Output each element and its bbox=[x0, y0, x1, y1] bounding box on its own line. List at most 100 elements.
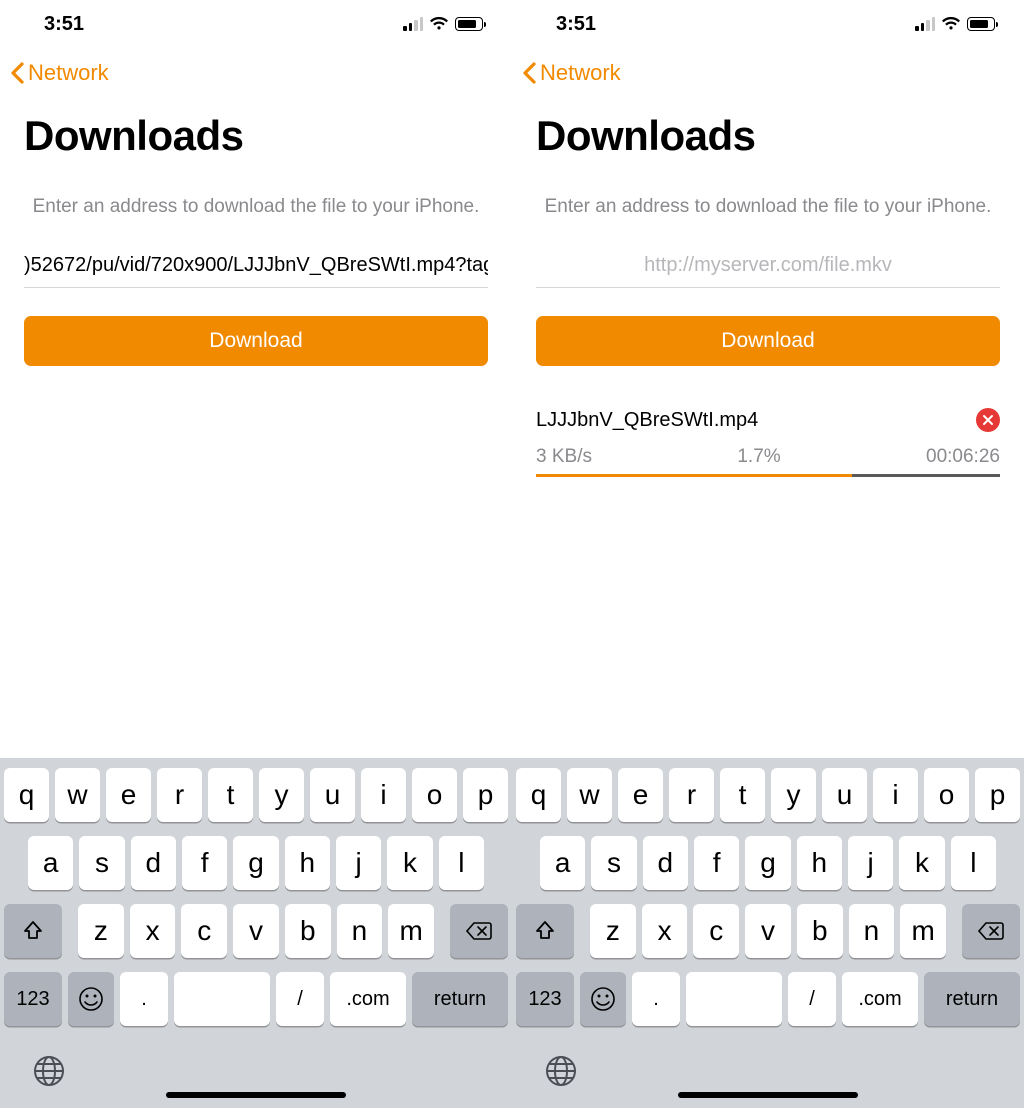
chevron-left-icon bbox=[522, 61, 538, 85]
key-x[interactable]: x bbox=[130, 904, 176, 958]
key-b[interactable]: b bbox=[285, 904, 331, 958]
status-time: 3:51 bbox=[556, 13, 596, 36]
page-title: Downloads bbox=[24, 112, 488, 160]
key-k[interactable]: k bbox=[387, 836, 432, 890]
key-m[interactable]: m bbox=[900, 904, 946, 958]
download-button[interactable]: Download bbox=[536, 316, 1000, 366]
key-n[interactable]: n bbox=[337, 904, 383, 958]
key-d[interactable]: d bbox=[131, 836, 176, 890]
shift-key[interactable] bbox=[516, 904, 574, 958]
url-input[interactable] bbox=[24, 248, 488, 288]
key-w[interactable]: w bbox=[567, 768, 612, 822]
globe-icon[interactable] bbox=[544, 1054, 578, 1093]
shift-icon bbox=[22, 920, 44, 942]
keyboard[interactable]: qwertyuiopasdfghjklzxcvbnm123./.comretur… bbox=[0, 758, 1024, 1108]
key-v[interactable]: v bbox=[233, 904, 279, 958]
key-s[interactable]: s bbox=[79, 836, 124, 890]
emoji-key[interactable] bbox=[580, 972, 626, 1026]
key-s[interactable]: s bbox=[591, 836, 636, 890]
emoji-icon bbox=[78, 986, 104, 1012]
url-input[interactable] bbox=[536, 248, 1000, 288]
period-key[interactable]: . bbox=[120, 972, 168, 1026]
back-label: Network bbox=[540, 60, 621, 86]
key-o[interactable]: o bbox=[924, 768, 969, 822]
slash-key[interactable]: / bbox=[788, 972, 836, 1026]
period-key[interactable]: . bbox=[632, 972, 680, 1026]
chevron-left-icon bbox=[10, 61, 26, 85]
key-u[interactable]: u bbox=[310, 768, 355, 822]
download-button[interactable]: Download bbox=[24, 316, 488, 366]
key-e[interactable]: e bbox=[106, 768, 151, 822]
key-i[interactable]: i bbox=[873, 768, 918, 822]
key-x[interactable]: x bbox=[642, 904, 688, 958]
key-j[interactable]: j bbox=[848, 836, 893, 890]
key-d[interactable]: d bbox=[643, 836, 688, 890]
key-y[interactable]: y bbox=[259, 768, 304, 822]
home-indicator[interactable] bbox=[166, 1092, 346, 1098]
key-p[interactable]: p bbox=[975, 768, 1020, 822]
key-h[interactable]: h bbox=[797, 836, 842, 890]
key-b[interactable]: b bbox=[797, 904, 843, 958]
key-e[interactable]: e bbox=[618, 768, 663, 822]
status-bar: 3:51 bbox=[512, 0, 1024, 48]
space-key[interactable] bbox=[686, 972, 782, 1026]
key-q[interactable]: q bbox=[516, 768, 561, 822]
screen-left: 3:51 Network bbox=[0, 0, 512, 735]
key-l[interactable]: l bbox=[439, 836, 484, 890]
status-time: 3:51 bbox=[44, 13, 84, 36]
return-key[interactable]: return bbox=[412, 972, 508, 1026]
key-g[interactable]: g bbox=[233, 836, 278, 890]
key-r[interactable]: r bbox=[157, 768, 202, 822]
key-c[interactable]: c bbox=[693, 904, 739, 958]
key-z[interactable]: z bbox=[78, 904, 124, 958]
key-v[interactable]: v bbox=[745, 904, 791, 958]
battery-icon bbox=[455, 17, 486, 31]
key-o[interactable]: o bbox=[412, 768, 457, 822]
key-r[interactable]: r bbox=[669, 768, 714, 822]
key-a[interactable]: a bbox=[540, 836, 585, 890]
status-icons bbox=[403, 17, 486, 31]
numeric-key[interactable]: 123 bbox=[4, 972, 62, 1026]
key-h[interactable]: h bbox=[285, 836, 330, 890]
numeric-key[interactable]: 123 bbox=[516, 972, 574, 1026]
emoji-key[interactable] bbox=[68, 972, 114, 1026]
key-f[interactable]: f bbox=[694, 836, 739, 890]
key-y[interactable]: y bbox=[771, 768, 816, 822]
return-key[interactable]: return bbox=[924, 972, 1020, 1026]
cancel-download-button[interactable] bbox=[976, 408, 1000, 432]
backspace-icon bbox=[977, 921, 1005, 941]
key-c[interactable]: c bbox=[181, 904, 227, 958]
home-indicator[interactable] bbox=[678, 1092, 858, 1098]
key-l[interactable]: l bbox=[951, 836, 996, 890]
key-u[interactable]: u bbox=[822, 768, 867, 822]
key-q[interactable]: q bbox=[4, 768, 49, 822]
key-i[interactable]: i bbox=[361, 768, 406, 822]
backspace-key[interactable] bbox=[962, 904, 1020, 958]
key-t[interactable]: t bbox=[720, 768, 765, 822]
dotcom-key[interactable]: .com bbox=[330, 972, 406, 1026]
space-key[interactable] bbox=[174, 972, 270, 1026]
back-button[interactable]: Network bbox=[10, 60, 109, 86]
shift-key[interactable] bbox=[4, 904, 62, 958]
download-item: LJJJbnV_QBreSWtI.mp4 3 KB/s 1.7% 00:06:2… bbox=[512, 408, 1024, 477]
nav-bar: Network bbox=[0, 48, 512, 98]
dotcom-key[interactable]: .com bbox=[842, 972, 918, 1026]
screen-right: 3:51 Network bbox=[512, 0, 1024, 735]
status-icons bbox=[915, 17, 998, 31]
key-p[interactable]: p bbox=[463, 768, 508, 822]
key-a[interactable]: a bbox=[28, 836, 73, 890]
key-z[interactable]: z bbox=[590, 904, 636, 958]
globe-icon[interactable] bbox=[32, 1054, 66, 1093]
key-n[interactable]: n bbox=[849, 904, 895, 958]
key-k[interactable]: k bbox=[899, 836, 944, 890]
download-filename: LJJJbnV_QBreSWtI.mp4 bbox=[536, 409, 758, 432]
backspace-key[interactable] bbox=[450, 904, 508, 958]
key-f[interactable]: f bbox=[182, 836, 227, 890]
key-t[interactable]: t bbox=[208, 768, 253, 822]
back-button[interactable]: Network bbox=[522, 60, 621, 86]
key-g[interactable]: g bbox=[745, 836, 790, 890]
key-m[interactable]: m bbox=[388, 904, 434, 958]
key-j[interactable]: j bbox=[336, 836, 381, 890]
slash-key[interactable]: / bbox=[276, 972, 324, 1026]
key-w[interactable]: w bbox=[55, 768, 100, 822]
